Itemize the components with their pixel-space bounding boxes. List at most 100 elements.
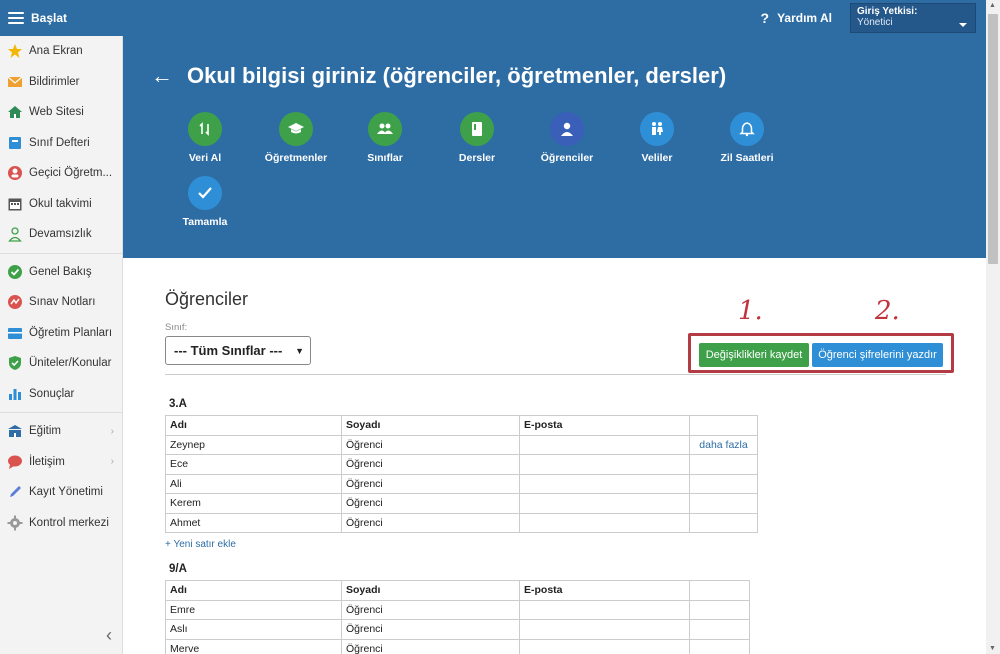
sidebar-item-label: Sınav Notları (29, 296, 96, 309)
table-cell[interactable] (689, 512, 758, 533)
book-icon (460, 112, 494, 146)
sidebar-item-4[interactable]: Sınıf Defteri (0, 128, 122, 159)
class-filter-value: --- Tüm Sınıflar --- (174, 343, 283, 358)
sidebar-item-12[interactable]: Sonuçlar (0, 379, 122, 410)
sidebar-item-16[interactable]: Kontrol merkezi (0, 508, 122, 539)
table-cell[interactable] (519, 473, 690, 494)
sidebar-item-9[interactable]: Sınav Notları (0, 287, 122, 318)
table-cell[interactable]: Öğrenci (341, 512, 520, 533)
bar-chart-icon (7, 386, 23, 402)
sidebar-item-15[interactable]: Kayıt Yönetimi (0, 477, 122, 508)
table-cell[interactable] (689, 599, 750, 620)
start-menu-button[interactable]: Başlat (0, 0, 122, 36)
annotation-number-1: 1. (738, 296, 763, 326)
wizard-step-1[interactable]: Veri Al (165, 112, 245, 164)
table-cell[interactable] (689, 638, 750, 654)
column-header[interactable]: Adı (165, 415, 342, 436)
wizard-step-8[interactable]: Tamamla (165, 176, 245, 228)
wizard-step-4[interactable]: Dersler (437, 112, 517, 164)
wizard-step-2[interactable]: Öğretmenler (256, 112, 336, 164)
graduation-cap-icon (279, 112, 313, 146)
wizard-step-7[interactable]: Zil Saatleri (707, 112, 787, 164)
page-scrollbar[interactable]: ▲ ▼ (986, 0, 1000, 654)
sidebar-item-1[interactable]: Ana Ekran (0, 36, 122, 67)
table-cell[interactable]: Öğrenci (341, 434, 520, 455)
table-row[interactable]: Emre Öğrenci (165, 599, 750, 620)
scroll-down-icon[interactable]: ▼ (989, 645, 996, 652)
sidebar-item-7[interactable]: Devamsızlık (0, 219, 122, 250)
print-passwords-button[interactable]: Öğrenci şifrelerini yazdır (812, 343, 943, 367)
table-cell[interactable]: Ahmet (165, 512, 342, 533)
help-link[interactable]: ? Yardım Al (761, 10, 832, 26)
table-cell[interactable]: Öğrenci (341, 599, 520, 620)
save-changes-button[interactable]: Değişiklikleri kaydet (699, 343, 809, 367)
table-cell[interactable]: Emre (165, 599, 342, 620)
table-row[interactable]: Aslı Öğrenci (165, 619, 750, 640)
column-header[interactable]: Adı (165, 580, 342, 601)
table-row[interactable]: Kerem Öğrenci (165, 493, 758, 514)
table-cell[interactable] (519, 638, 690, 654)
table-cell[interactable] (689, 473, 758, 494)
table-cell[interactable]: Ali (165, 473, 342, 494)
table-cell[interactable]: Öğrenci (341, 638, 520, 654)
column-header[interactable] (689, 580, 750, 601)
table-cell[interactable] (519, 454, 690, 475)
table-row[interactable]: Ahmet Öğrenci (165, 512, 758, 533)
top-bar: Başlat ? Yardım Al Giriş Yetkisi: Yöneti… (0, 0, 986, 36)
collapse-sidebar-icon[interactable]: ‹ (106, 625, 112, 646)
table-cell[interactable]: Öğrenci (341, 473, 520, 494)
table-cell[interactable]: Öğrenci (341, 454, 520, 475)
sidebar-item-11[interactable]: Üniteler/Konular (0, 348, 122, 379)
chat-icon (7, 454, 23, 470)
table-cell[interactable] (519, 619, 690, 640)
wizard-step-label: Zil Saatleri (720, 152, 774, 164)
column-header[interactable]: E-posta (519, 580, 690, 601)
scroll-up-icon[interactable]: ▲ (989, 2, 996, 9)
sidebar-item-13[interactable]: Eğitim › (0, 416, 122, 447)
page-header: ← Okul bilgisi giriniz (öğrenciler, öğre… (123, 36, 986, 258)
table-row[interactable]: Ali Öğrenci (165, 473, 758, 494)
sidebar-item-14[interactable]: İletişim › (0, 447, 122, 478)
sidebar-item-6[interactable]: Okul takvimi (0, 189, 122, 220)
table-cell[interactable] (519, 512, 690, 533)
more-link[interactable]: daha fazla (689, 434, 758, 455)
table-cell[interactable] (519, 434, 690, 455)
table-cell[interactable] (519, 493, 690, 514)
class-filter-select[interactable]: --- Tüm Sınıflar --- ▼ (165, 336, 311, 365)
wizard-step-3[interactable]: Sınıflar (345, 112, 425, 164)
column-header[interactable]: Soyadı (341, 415, 520, 436)
role-select[interactable]: Giriş Yetkisi: Yönetici (850, 3, 976, 33)
table-cell[interactable] (689, 493, 758, 514)
column-header[interactable]: E-posta (519, 415, 690, 436)
table-cell[interactable] (689, 454, 758, 475)
table-cell[interactable]: Zeynep (165, 434, 342, 455)
sidebar-item-2[interactable]: Bildirimler (0, 67, 122, 98)
table-cell[interactable]: Merve (165, 638, 342, 654)
sidebar-item-8[interactable]: Genel Bakış (0, 257, 122, 288)
sidebar-item-label: Öğretim Planları (29, 326, 113, 339)
table-row[interactable]: Zeynep Öğrenci daha fazla (165, 434, 758, 455)
scrollbar-thumb[interactable] (988, 14, 998, 264)
sidebar-item-label: Okul takvimi (29, 197, 92, 210)
table-cell[interactable]: Kerem (165, 493, 342, 514)
sidebar-item-label: Devamsızlık (29, 228, 92, 241)
add-row-link[interactable]: + Yeni satır ekle (165, 539, 236, 550)
column-header[interactable] (689, 415, 758, 436)
table-cell[interactable] (689, 619, 750, 640)
sidebar-item-3[interactable]: Web Sitesi (0, 97, 122, 128)
sidebar-item-5[interactable]: Geçici Öğretm... (0, 158, 122, 189)
table-cell[interactable]: Ece (165, 454, 342, 475)
table-row[interactable]: Merve Öğrenci (165, 638, 750, 654)
table-cell[interactable]: Aslı (165, 619, 342, 640)
table-cell[interactable] (519, 599, 690, 620)
table-cell[interactable]: Öğrenci (341, 493, 520, 514)
table-row[interactable]: Ece Öğrenci (165, 454, 758, 475)
wizard-step-6[interactable]: Veliler (617, 112, 697, 164)
back-arrow-icon[interactable]: ← (151, 63, 173, 89)
sidebar-item-10[interactable]: Öğretim Planları (0, 318, 122, 349)
annotation-number-2: 2. (875, 296, 900, 326)
column-header[interactable]: Soyadı (341, 580, 520, 601)
chevron-right-icon: › (110, 456, 114, 468)
table-cell[interactable]: Öğrenci (341, 619, 520, 640)
wizard-step-5[interactable]: Öğrenciler (527, 112, 607, 164)
